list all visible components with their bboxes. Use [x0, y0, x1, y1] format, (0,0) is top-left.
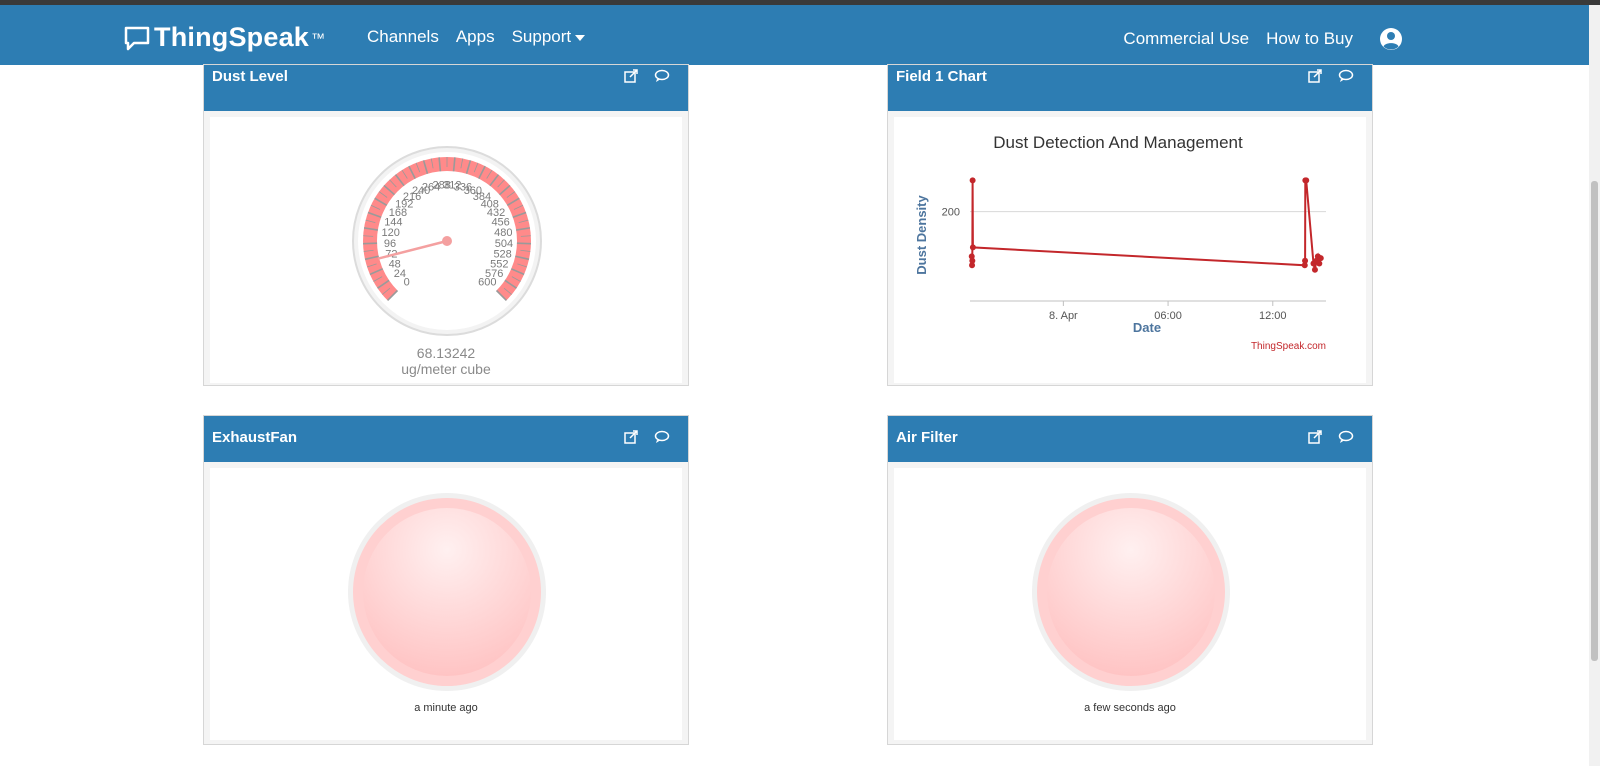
gauge-body: 0244872961201441681922162402642883123363… — [210, 117, 682, 383]
gauge-tick-label: 600 — [478, 276, 496, 288]
x-tick-label: 12:00 — [1259, 310, 1287, 322]
comment-icon[interactable] — [1338, 69, 1354, 83]
dust-level-widget: Dust Level 02448729612014416819221624026… — [203, 64, 689, 386]
comment-icon[interactable] — [654, 69, 670, 83]
data-point[interactable] — [1311, 266, 1318, 273]
chart-title: Dust Detection And Management — [993, 133, 1243, 152]
external-link-icon[interactable] — [624, 69, 638, 83]
brand-trademark: ™ — [311, 29, 326, 46]
lamp-indicator — [348, 493, 546, 691]
nav-commercial-use[interactable]: Commercial Use — [1123, 29, 1249, 49]
data-point[interactable] — [969, 244, 976, 251]
dust-line-chart: Dust Detection And Management Dust Densi… — [914, 133, 1326, 352]
comment-icon[interactable] — [654, 430, 670, 444]
widget-header: Dust Level — [204, 65, 688, 111]
widget-title: ExhaustFan — [212, 429, 298, 446]
data-point[interactable] — [969, 257, 976, 264]
widget-header: ExhaustFan — [204, 416, 688, 462]
x-tick-label: 8. Apr — [1049, 310, 1078, 322]
widget-title: Field 1 Chart — [896, 68, 987, 85]
nav-support[interactable]: Support — [512, 27, 586, 47]
top-navbar: ThingSpeak ™ Channels Apps Support Comme… — [0, 5, 1589, 65]
nav-channels[interactable]: Channels — [367, 27, 439, 47]
lamp-timestamp: a few seconds ago — [1084, 702, 1176, 714]
x-tick-label: 06:00 — [1154, 310, 1182, 322]
data-point[interactable] — [969, 177, 976, 184]
gauge-needle-hub — [442, 236, 452, 246]
dust-gauge: 0244872961201441681922162402642883123363… — [352, 146, 542, 336]
user-account-icon[interactable] — [1379, 27, 1403, 51]
x-axis-label: Date — [1133, 320, 1161, 335]
scrollbar-thumb[interactable] — [1591, 181, 1598, 661]
external-link-icon[interactable] — [1308, 69, 1322, 83]
y-axis-label: Dust Density — [914, 195, 929, 275]
widget-title: Dust Level — [212, 68, 288, 85]
widget-header: Air Filter — [888, 416, 1372, 462]
exhaust-fan-widget: ExhaustFan a minute ago — [203, 415, 689, 745]
gauge-unit: ug/meter cube — [401, 361, 491, 377]
y-tick-label: 200 — [942, 207, 960, 219]
thingspeak-logo[interactable]: ThingSpeak ™ — [124, 22, 325, 53]
lamp-indicator — [1032, 493, 1230, 691]
data-point[interactable] — [1302, 257, 1309, 264]
data-point[interactable] — [1316, 260, 1323, 267]
nav-how-to-buy[interactable]: How to Buy — [1266, 29, 1353, 49]
gauge-value: 68.13242 — [416, 345, 476, 361]
speech-bubble-icon — [124, 26, 150, 50]
lamp-body: a few seconds ago — [894, 468, 1366, 740]
series-line — [970, 179, 1322, 270]
chart-credit[interactable]: ThingSpeak.com — [1251, 341, 1326, 352]
lamp-timestamp: a minute ago — [414, 702, 478, 714]
gauge-tick-label: 120 — [382, 227, 400, 239]
data-point[interactable] — [1317, 255, 1324, 262]
data-point[interactable] — [1303, 177, 1310, 184]
brand-name: ThingSpeak — [154, 22, 310, 52]
main-nav: Channels Apps Support — [367, 27, 602, 47]
widget-title: Air Filter — [896, 429, 958, 446]
page-scrollbar[interactable] — [1589, 5, 1600, 766]
lamp-body: a minute ago — [210, 468, 682, 740]
widget-header: Field 1 Chart — [888, 65, 1372, 111]
nav-support-label: Support — [511, 27, 572, 46]
external-link-icon[interactable] — [1308, 430, 1322, 444]
air-filter-widget: Air Filter a few seconds ago — [887, 415, 1373, 745]
nav-apps[interactable]: Apps — [456, 27, 495, 47]
external-link-icon[interactable] — [624, 430, 638, 444]
nav-right: Commercial Use How to Buy — [1106, 27, 1403, 51]
comment-icon[interactable] — [1338, 430, 1354, 444]
chevron-down-icon — [575, 34, 586, 41]
chart-body: Dust Detection And Management Dust Densi… — [894, 117, 1366, 383]
gauge-tick-label: 96 — [384, 238, 396, 250]
field-1-chart-widget: Field 1 Chart Dust Detection And Managem… — [887, 64, 1373, 386]
